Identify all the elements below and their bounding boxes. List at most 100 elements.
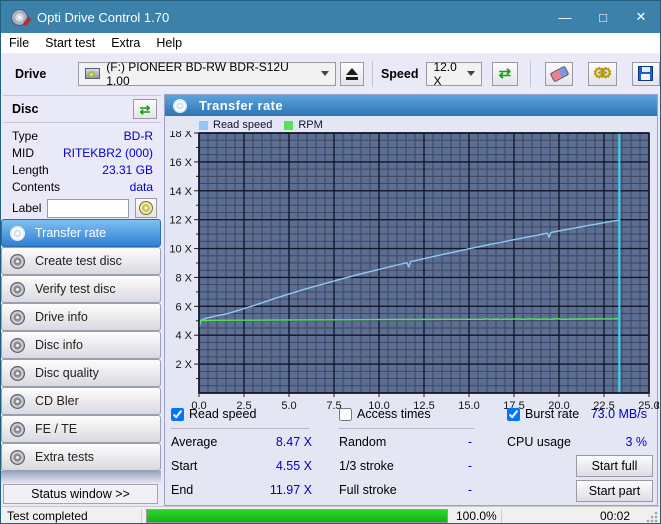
refresh-icon: ⇄ [499,66,512,81]
progress-fill [147,510,447,522]
cd-icon [10,254,25,269]
sidebar-item-transfer-rate[interactable]: Transfer rate [1,219,161,247]
random-row: Random - [339,435,472,449]
sidebar-item-drive-info[interactable]: Drive info [1,303,161,331]
settings-button[interactable]: ⚙⚙ [588,62,616,86]
sidebar-item-verify-test-disc[interactable]: Verify test disc [1,275,161,303]
cd-icon [10,366,25,381]
status-window-button[interactable]: Status window >> [3,484,158,504]
access-times-checkbox[interactable] [339,408,352,421]
sidebar-item-label: Transfer rate [35,226,106,240]
sidebar-item-disc-info[interactable]: Disc info [1,331,161,359]
disc-row-length: Length 23.31 GB [3,161,161,178]
end-row: End 11.97 X [171,483,312,497]
refresh-disc-button[interactable]: ⇄ [133,99,157,119]
drive-label: Drive [15,67,46,81]
svg-text:2 X: 2 X [175,359,192,371]
read-speed-legend-swatch [199,121,208,130]
section-divider [339,428,474,429]
read-speed-section-header: Read speed [171,407,256,421]
disc-field-value: 23.31 GB [102,163,153,177]
disc-panel: Disc ⇄ Type BD-R MID RITEKBR2 (000) Leng… [3,95,161,219]
toolbar: Drive (F:) PIONEER BD-RW BDR-S12U 1.00 S… [1,54,660,93]
svg-text:10 X: 10 X [169,244,192,256]
progress-percent: 100.0% [456,509,497,523]
sidebar-item-fe-te[interactable]: FE / TE [1,415,161,443]
svg-text:12 X: 12 X [169,215,192,227]
stat-value: 11.97 X [270,483,312,497]
sidebar-item-label: Disc quality [35,366,99,380]
menu-start-test[interactable]: Start test [37,33,103,53]
cd-icon [10,226,25,241]
resize-grip-icon[interactable] [646,511,658,523]
speed-select[interactable]: 12.0 X [426,62,481,86]
cd-icon [173,99,187,113]
stat-value: 3 % [625,435,647,449]
disc-panel-title: Disc [12,102,38,116]
transfer-rate-chart: 2 X4 X6 X8 X10 X12 X14 X16 X18 X0.02.55.… [165,131,659,413]
burst-rate-checkbox-label: Burst rate [525,407,579,421]
panel-header: Transfer rate [165,95,657,116]
chevron-down-icon [321,71,329,76]
sidebar-item-cd-bler[interactable]: CD Bler [1,387,161,415]
sidebar-item-label: Create test disc [35,254,122,268]
status-bar: Test completed 100.0% 00:02 [1,506,660,524]
disc-label-caption: Label [12,201,41,215]
menu-help[interactable]: Help [148,33,190,53]
sidebar-item-label: Extra tests [35,450,94,464]
read-speed-checkbox[interactable] [171,408,184,421]
start-row: Start 4.55 X [171,459,312,473]
minimize-button[interactable]: — [546,1,584,33]
erase-disc-button[interactable] [545,62,573,86]
close-button[interactable]: ✕ [622,1,660,33]
cd-icon [10,282,25,297]
svg-text:4 X: 4 X [175,330,192,342]
cd-icon [10,450,25,465]
drive-select[interactable]: (F:) PIONEER BD-RW BDR-S12U 1.00 [78,62,336,86]
svg-text:8 X: 8 X [175,272,192,284]
one-third-stroke-row: 1/3 stroke - [339,459,472,473]
stat-value: - [468,483,472,497]
app-disc-icon [11,9,28,26]
disc-field-value[interactable]: data [130,180,153,194]
sidebar-item-label: FE / TE [35,422,77,436]
panel-title: Transfer rate [199,98,283,113]
eject-button[interactable] [340,62,364,86]
speed-label: Speed [381,67,419,81]
disc-label-input[interactable] [47,199,129,218]
drive-icon [85,68,100,79]
menu-file[interactable]: File [1,33,37,53]
disc-row-mid: MID RITEKBR2 (000) [3,144,161,161]
app-window: Opti Drive Control 1.70 — □ ✕ File Start… [0,0,661,524]
start-part-button[interactable]: Start part [576,480,653,502]
write-label-button[interactable] [135,198,157,218]
eraser-icon [549,65,569,82]
cd-icon [10,310,25,325]
sidebar-item-create-test-disc[interactable]: Create test disc [1,247,161,275]
disc-field-label: Type [12,129,38,143]
menu-extra[interactable]: Extra [103,33,148,53]
maximize-button[interactable]: □ [584,1,622,33]
disc-field-label: MID [12,146,34,160]
sidebar-item-extra-tests[interactable]: Extra tests [1,443,161,471]
save-button[interactable] [632,62,660,86]
toolbar-separator [372,61,373,87]
svg-text:16 X: 16 X [169,157,192,169]
disc-field-value: RITEKBR2 (000) [63,146,153,160]
status-text: Test completed [7,509,88,523]
cd-icon [10,422,25,437]
rpm-legend-swatch [284,121,293,130]
section-divider [171,428,309,429]
stat-label: Random [339,435,386,449]
svg-text:6 X: 6 X [175,301,192,313]
refresh-speeds-button[interactable]: ⇄ [492,62,518,86]
start-full-button[interactable]: Start full [576,455,653,477]
burst-rate-checkbox[interactable] [507,408,520,421]
stat-label: End [171,483,193,497]
menu-bar: File Start test Extra Help [1,33,660,54]
floppy-save-icon [638,66,653,81]
eject-icon [346,68,358,80]
sidebar-item-disc-quality[interactable]: Disc quality [1,359,161,387]
disc-field-label: Contents [12,180,60,194]
results-panel: Read speed Average 8.47 X Start 4.55 X E… [165,407,657,507]
